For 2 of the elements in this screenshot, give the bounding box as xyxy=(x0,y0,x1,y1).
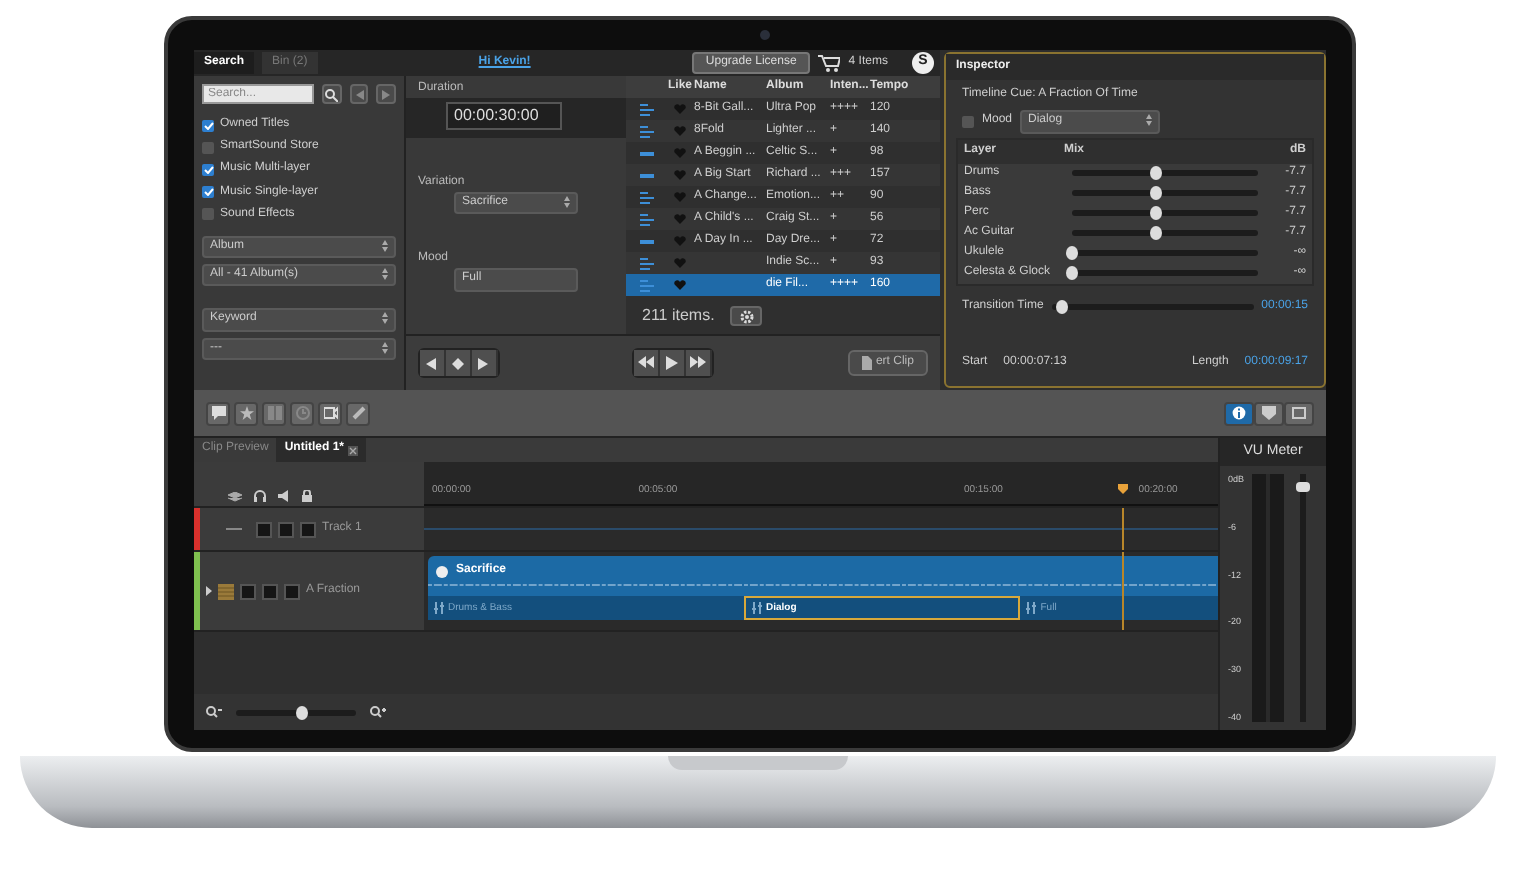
item-count: 211 items. xyxy=(642,306,715,326)
duration-field[interactable]: 00:00:30:00 xyxy=(446,102,562,130)
